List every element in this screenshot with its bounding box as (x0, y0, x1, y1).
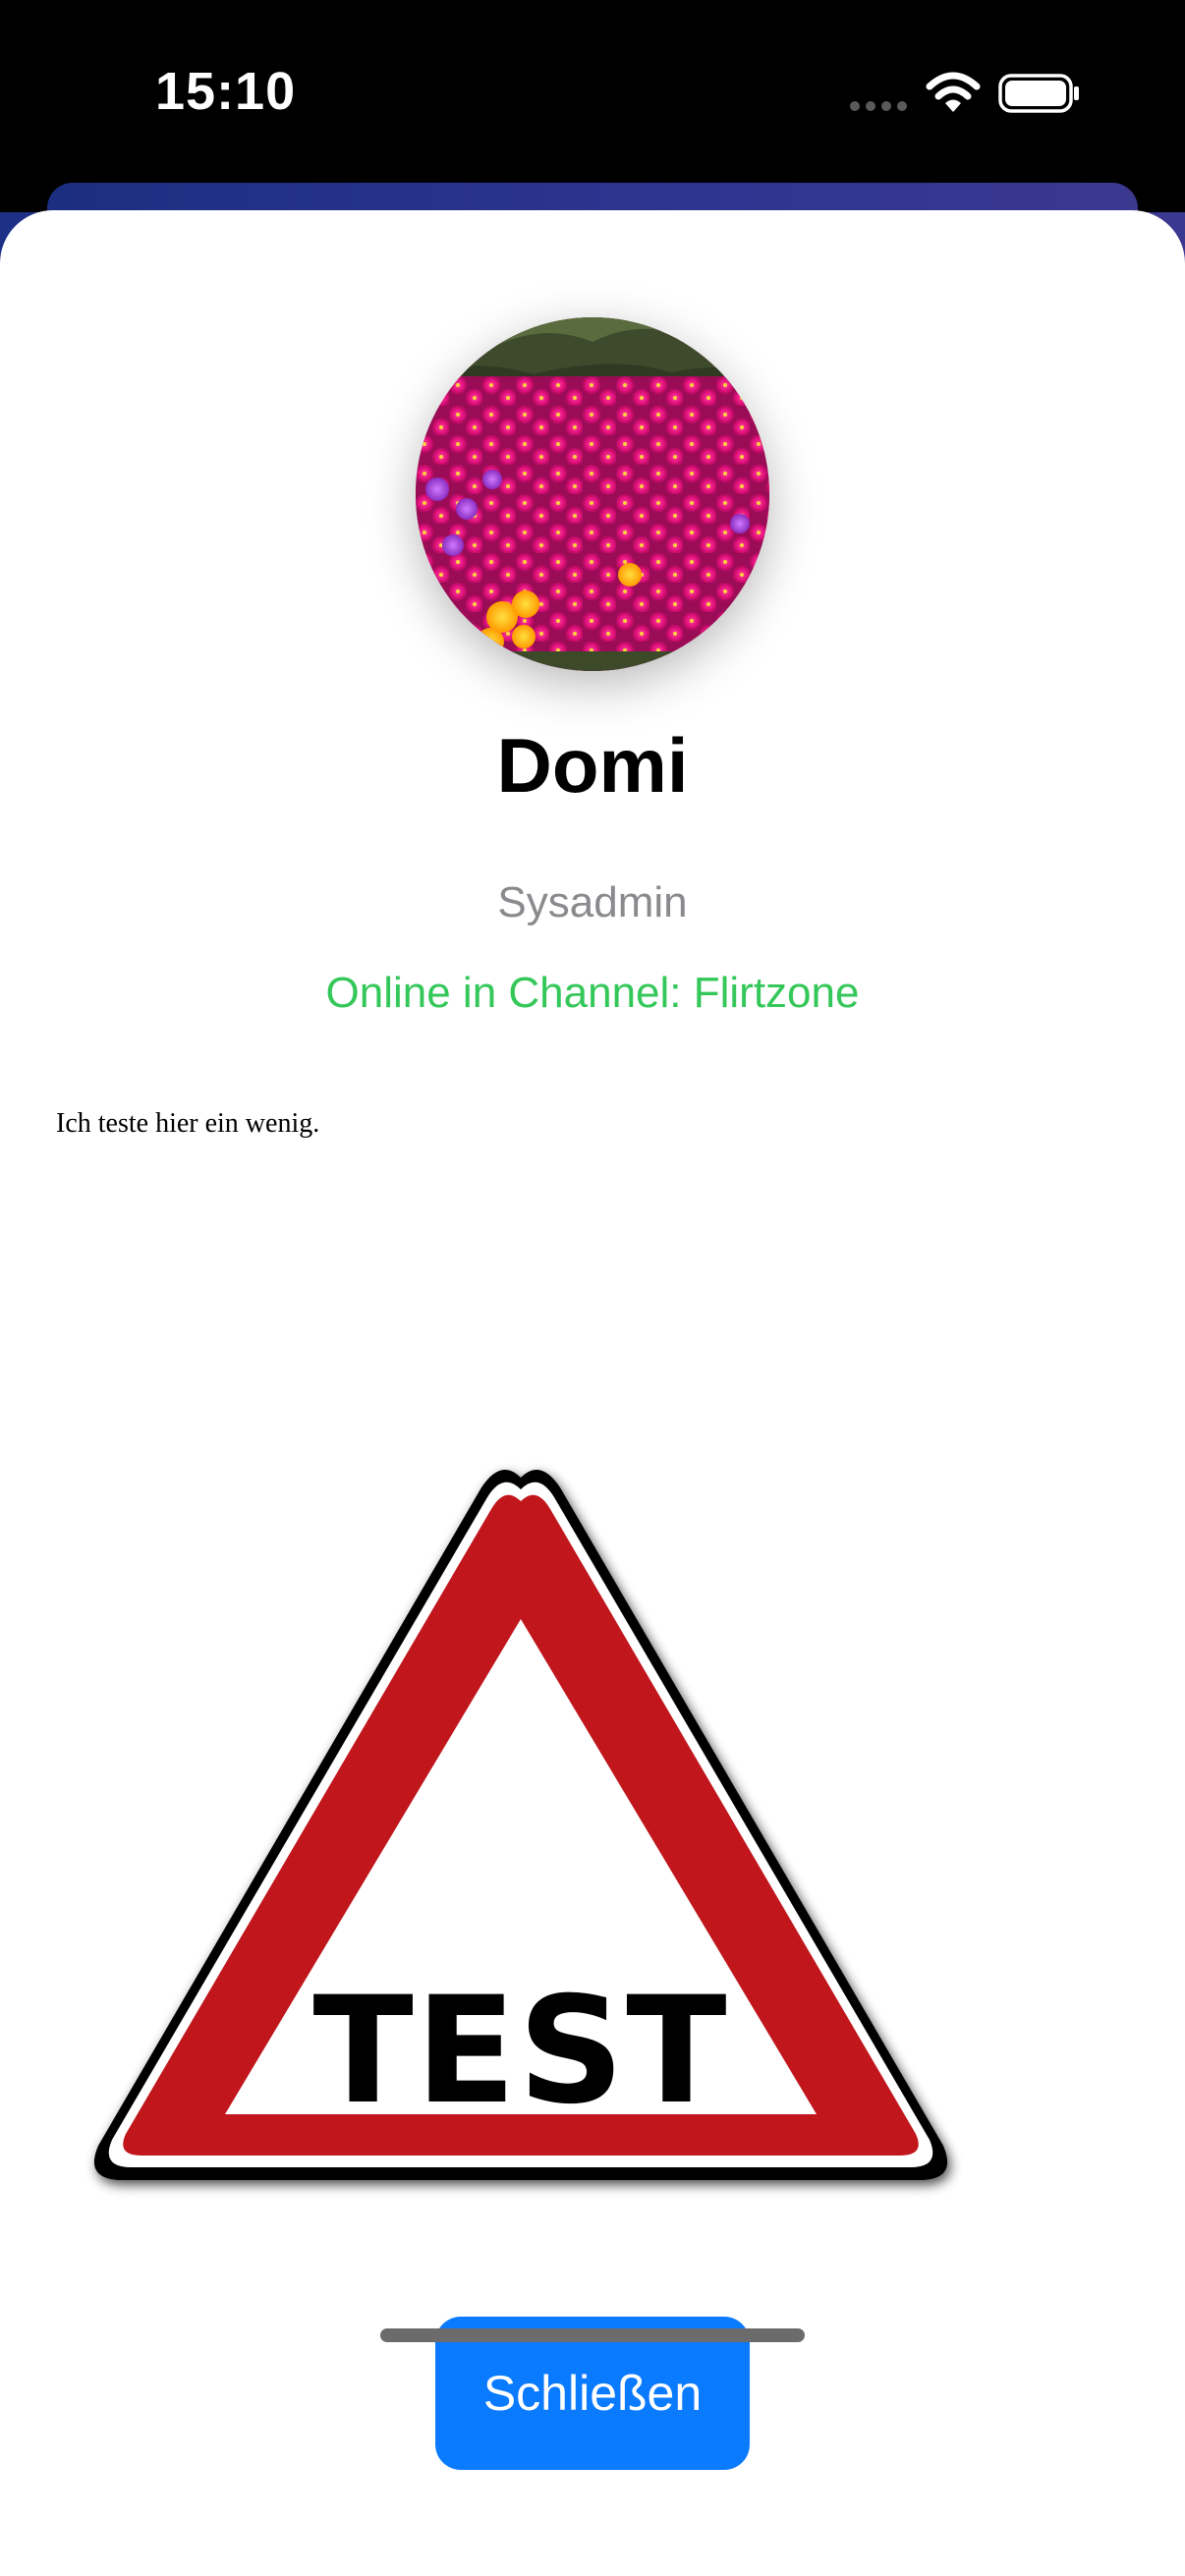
avatar (416, 317, 769, 671)
cellular-signal-icon (850, 101, 907, 111)
online-status: Online in Channel: Flirtzone (325, 969, 860, 1017)
profile-bio: Ich teste hier ein wenig. (56, 1108, 320, 1139)
status-bar: 15:10 (0, 0, 1185, 187)
wifi-icon (926, 72, 981, 112)
status-time: 15:10 (155, 62, 297, 121)
battery-icon (998, 74, 1079, 113)
profile-sheet: Domi Sysadmin Online in Channel: Flirtzo… (0, 210, 1185, 2576)
phone-screen: 15:10 Domi Sysadmin Online in Channel: F… (0, 0, 1185, 2576)
sign-text: TEST (312, 1966, 728, 2137)
profile-name: Domi (496, 722, 689, 809)
avatar-photo (416, 317, 769, 671)
test-warning-sign-image: TEST (93, 1470, 948, 2180)
home-indicator[interactable] (380, 2328, 805, 2342)
profile-role: Sysadmin (497, 878, 688, 926)
